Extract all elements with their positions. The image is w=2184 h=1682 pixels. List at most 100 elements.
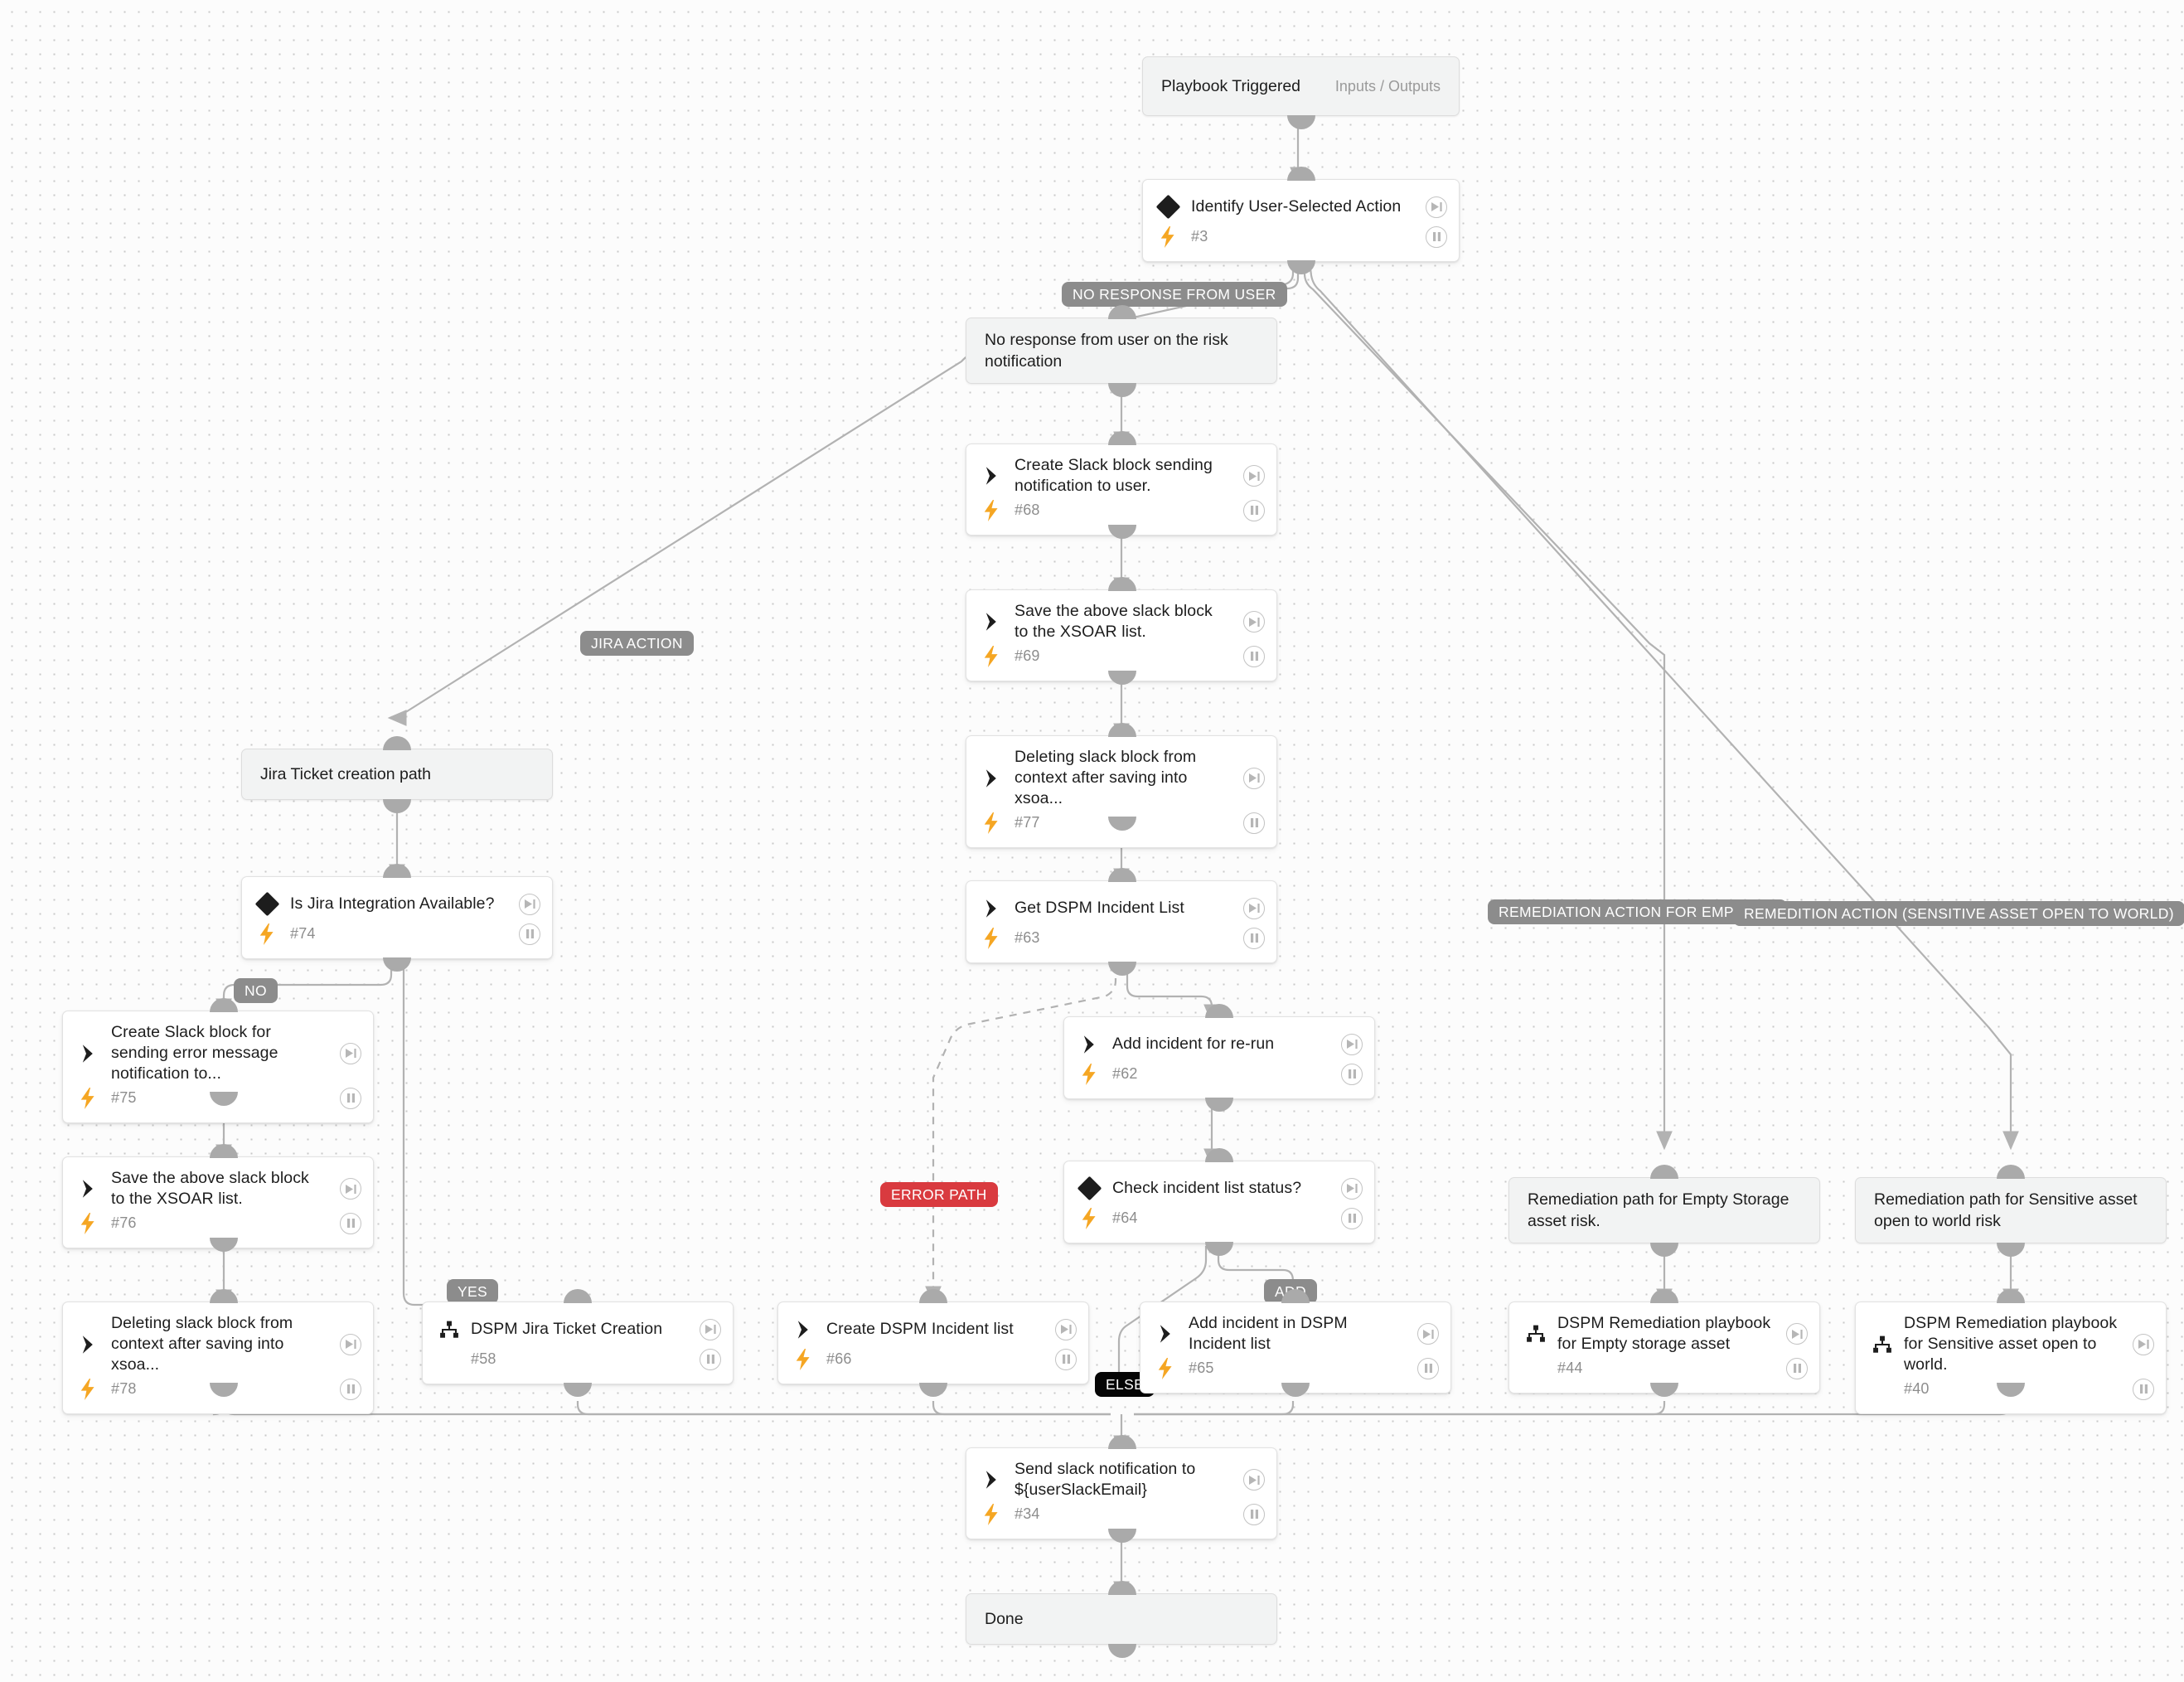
node-title: Remediation path for Sensitive asset ope… (1874, 1190, 2138, 1230)
node-title: Add incident in DSPM Incident list (1189, 1314, 1348, 1353)
pause-button[interactable] (333, 1378, 361, 1400)
node-create-dspm-incident-list[interactable]: Create DSPM Incident list #66 (777, 1289, 1089, 1397)
node-get-dspm-incident-list[interactable]: Get DSPM Incident List #63 (966, 868, 1277, 976)
connector-in (1287, 167, 1315, 181)
node-no-response-label[interactable]: No response from user on the risk notifi… (966, 305, 1277, 397)
pause-button[interactable] (1237, 645, 1265, 667)
lightning-bolt-icon (983, 499, 1015, 521)
run-button[interactable] (1048, 1318, 1077, 1340)
pause-button[interactable] (333, 1212, 361, 1234)
edge-label-yes: YES (447, 1279, 499, 1304)
run-button[interactable] (1237, 611, 1265, 633)
run-button[interactable] (1780, 1323, 1808, 1345)
node-title: Add incident for re-run (1112, 1035, 1275, 1053)
chevron-right-icon (983, 768, 1015, 788)
run-button[interactable] (1237, 465, 1265, 487)
chevron-right-icon (795, 1320, 826, 1340)
connector-out (1287, 115, 1315, 129)
pause-button[interactable] (1334, 1063, 1363, 1085)
run-button[interactable] (1237, 897, 1265, 919)
edge-label-remediation-sensitive-asset: REMEDITION ACTION (SENSITIVE ASSET OPEN … (1733, 901, 2184, 926)
pause-button[interactable] (512, 923, 540, 945)
node-identify-user-selected-action[interactable]: Identify User-Selected Action #3 (1142, 167, 1460, 274)
pause-button[interactable] (1237, 927, 1265, 949)
run-button[interactable] (1411, 1323, 1439, 1345)
node-id: #69 (1015, 647, 1040, 664)
node-playbook-triggered[interactable]: Playbook Triggered Inputs / Outputs (1142, 56, 1460, 129)
node-check-incident-list-status[interactable]: Check incident list status? #64 (1063, 1148, 1375, 1256)
node-dspm-jira-ticket-creation[interactable]: DSPM Jira Ticket Creation #58 (422, 1289, 734, 1397)
node-title: Done (985, 1610, 1024, 1628)
node-title: Check incident list status? (1112, 1179, 1302, 1197)
node-save-slack-block-xsoar-list[interactable]: Save the above slack block to the XSOAR … (966, 577, 1277, 685)
lightning-bolt-icon (983, 812, 1015, 834)
chevron-right-icon (80, 1335, 111, 1355)
node-done[interactable]: Done (966, 1581, 1277, 1658)
run-button[interactable] (2126, 1333, 2154, 1355)
chevron-right-icon (80, 1044, 111, 1064)
chevron-right-icon (983, 612, 1015, 632)
node-send-slack-notification[interactable]: Send slack notification to ${userSlackEm… (966, 1435, 1277, 1543)
connector-in (1650, 1289, 1678, 1303)
node-id: #58 (471, 1350, 496, 1367)
node-title: DSPM Remediation playbook for Sensitive … (1904, 1314, 2118, 1374)
node-title: Deleting slack block from context after … (1015, 748, 1197, 807)
lightning-bolt-icon (983, 927, 1015, 949)
run-button[interactable] (1419, 196, 1447, 218)
lightning-bolt-icon (1081, 1063, 1112, 1085)
pause-button[interactable] (1237, 812, 1265, 834)
node-delete-slack-block-context-78[interactable]: Deleting slack block from context after … (62, 1289, 374, 1414)
run-button[interactable] (512, 893, 540, 915)
node-delete-slack-block-context-77[interactable]: Deleting slack block from context after … (966, 723, 1277, 848)
inputs-outputs-link[interactable]: Inputs / Outputs (1319, 78, 1441, 95)
node-id: #76 (111, 1214, 137, 1231)
node-add-incident-in-dspm-incident-list[interactable]: Add incident in DSPM Incident list #65 (1140, 1289, 1451, 1397)
edge-label-no-response-from-user: NO RESPONSE FROM USER (1062, 282, 1287, 307)
connector-in (1205, 1004, 1233, 1018)
node-add-incident-for-re-run[interactable]: Add incident for re-run #62 (1063, 1004, 1375, 1112)
diamond-icon (1077, 1175, 1112, 1201)
hierarchy-icon (1872, 1335, 1904, 1354)
node-is-jira-integration-available[interactable]: Is Jira Integration Available? #74 (241, 864, 553, 972)
run-button[interactable] (1334, 1033, 1363, 1055)
node-save-slack-block-xsoar-list-76[interactable]: Save the above slack block to the XSOAR … (62, 1144, 374, 1252)
run-button[interactable] (1334, 1177, 1363, 1200)
pause-button[interactable] (1237, 1503, 1265, 1525)
run-button[interactable] (693, 1318, 721, 1340)
pause-button[interactable] (1334, 1207, 1363, 1229)
pause-button[interactable] (333, 1087, 361, 1109)
node-id: #66 (826, 1350, 852, 1367)
pause-button[interactable] (1411, 1357, 1439, 1379)
pause-button[interactable] (2126, 1378, 2154, 1400)
node-dspm-remediation-empty-storage[interactable]: DSPM Remediation playbook for Empty stor… (1508, 1289, 1820, 1397)
pause-button[interactable] (1237, 499, 1265, 521)
pause-button[interactable] (693, 1348, 721, 1370)
edge-label-jira-action: JIRA ACTION (580, 631, 694, 656)
node-dspm-remediation-sensitive-asset[interactable]: DSPM Remediation playbook for Sensitive … (1855, 1289, 2167, 1414)
run-button[interactable] (333, 1333, 361, 1355)
connector-out (383, 957, 411, 972)
node-create-slack-block-error-message[interactable]: Create Slack block for sending error mes… (62, 998, 374, 1123)
pause-button[interactable] (1048, 1348, 1077, 1370)
node-title: Create DSPM Incident list (826, 1320, 1014, 1338)
connector-out (1650, 1243, 1678, 1257)
run-button[interactable] (333, 1178, 361, 1200)
edge-label-no: NO (234, 978, 278, 1003)
connector-in (1108, 723, 1136, 737)
playbook-canvas[interactable]: Playbook Triggered Inputs / Outputs Iden… (0, 0, 2184, 1682)
node-remediation-path-sensitive-asset-label[interactable]: Remediation path for Sensitive asset ope… (1855, 1165, 2167, 1257)
connector-in (210, 1144, 238, 1158)
run-button[interactable] (333, 1042, 361, 1064)
node-jira-ticket-creation-path-label[interactable]: Jira Ticket creation path (241, 736, 553, 813)
pause-button[interactable] (1419, 225, 1447, 248)
run-button[interactable] (1237, 767, 1265, 789)
run-button[interactable] (1237, 1469, 1265, 1491)
node-create-slack-block-notification[interactable]: Create Slack block sending notification … (966, 431, 1277, 539)
connector-in (210, 1289, 238, 1303)
node-title: Remediation path for Empty Storage asset… (1528, 1190, 1789, 1230)
node-remediation-path-empty-storage-label[interactable]: Remediation path for Empty Storage asset… (1508, 1165, 1820, 1257)
chevron-right-icon (983, 899, 1015, 919)
pause-button[interactable] (1780, 1357, 1808, 1379)
node-id: #74 (290, 925, 316, 942)
hierarchy-icon (439, 1321, 471, 1339)
